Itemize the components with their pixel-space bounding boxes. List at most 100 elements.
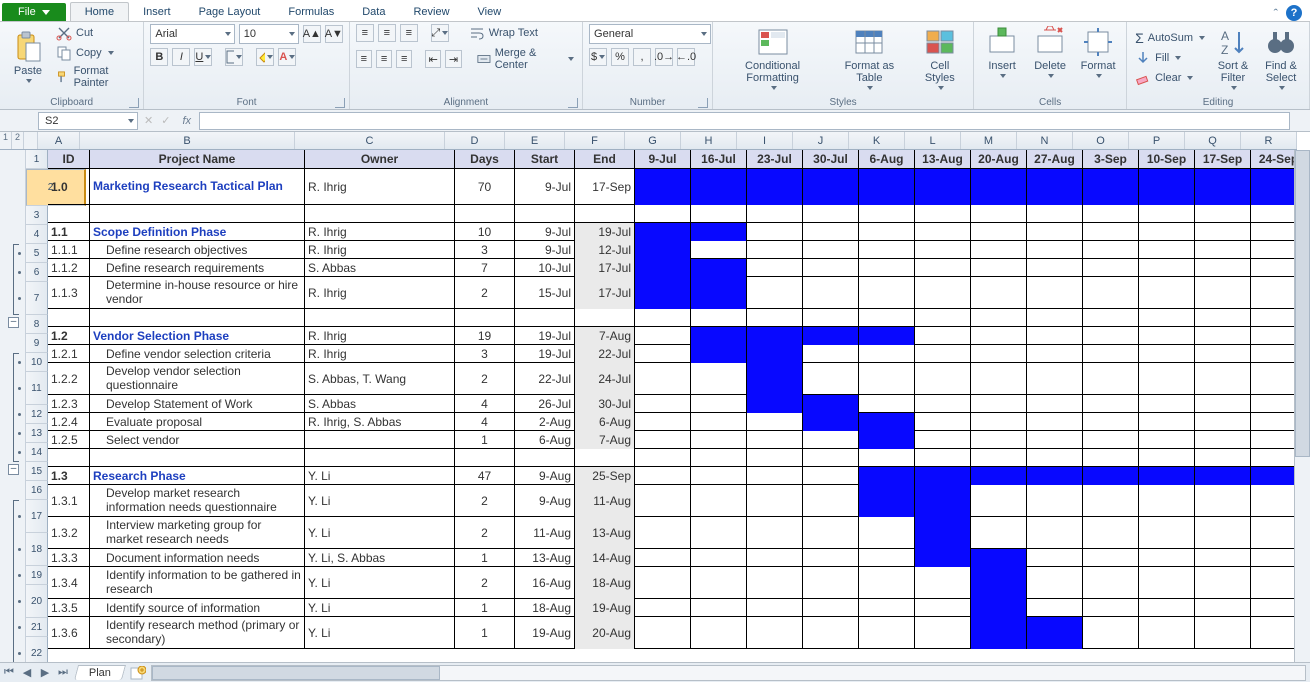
cell[interactable]	[1083, 467, 1139, 485]
cell[interactable]: 11-Aug	[575, 485, 635, 517]
cell[interactable]	[515, 205, 575, 223]
cell[interactable]	[305, 309, 455, 327]
cell[interactable]	[691, 241, 747, 259]
decrease-indent-button[interactable]: ⇤	[425, 50, 441, 68]
decrease-decimal-button[interactable]: ←.0	[677, 48, 695, 66]
cell[interactable]	[971, 617, 1027, 649]
paste-button[interactable]: Paste	[6, 29, 50, 85]
cell[interactable]	[1195, 567, 1251, 599]
cell[interactable]: 25-Sep	[575, 467, 635, 485]
cell[interactable]	[915, 259, 971, 277]
cell[interactable]	[691, 485, 747, 517]
cell[interactable]: 1.3.4	[48, 567, 90, 599]
dialog-launcher-icon[interactable]	[129, 98, 139, 108]
cell[interactable]	[803, 431, 859, 449]
cell[interactable]	[515, 449, 575, 467]
cell[interactable]	[635, 395, 691, 413]
col-header-G[interactable]: G	[625, 132, 681, 149]
cell[interactable]: 1.3	[48, 467, 90, 485]
cell[interactable]	[1027, 517, 1083, 549]
align-top-button[interactable]: ≡	[356, 24, 374, 42]
cell[interactable]: Identify source of information	[90, 599, 305, 617]
cell[interactable]: Y. Li	[305, 485, 455, 517]
cell[interactable]	[915, 413, 971, 431]
cell[interactable]: R. Ihrig	[305, 327, 455, 345]
cell[interactable]	[1195, 277, 1251, 309]
col-header-B[interactable]: B	[80, 132, 295, 149]
format-painter-button[interactable]: Format Painter	[54, 64, 137, 90]
cell[interactable]	[691, 363, 747, 395]
cell[interactable]: 1.2	[48, 327, 90, 345]
cell[interactable]: 18-Aug	[575, 567, 635, 599]
row-header[interactable]: 15	[26, 462, 48, 481]
cell[interactable]: 9-Jul	[515, 241, 575, 259]
cell[interactable]: Identify information to be gathered in r…	[90, 567, 305, 599]
currency-button[interactable]: $	[589, 48, 607, 66]
cell[interactable]	[635, 567, 691, 599]
cell[interactable]	[1139, 223, 1195, 241]
accept-formula-icon[interactable]: ✓	[157, 114, 174, 127]
cell[interactable]	[1027, 549, 1083, 567]
increase-font-button[interactable]: A▲	[303, 25, 321, 43]
cell[interactable]	[1083, 205, 1139, 223]
cell[interactable]	[1027, 467, 1083, 485]
cell[interactable]: 15-Jul	[515, 277, 575, 309]
percent-button[interactable]: %	[611, 48, 629, 66]
cell[interactable]	[971, 327, 1027, 345]
cell[interactable]: 2-Aug	[515, 413, 575, 431]
cell[interactable]	[747, 363, 803, 395]
cell[interactable]	[691, 567, 747, 599]
cell[interactable]	[859, 363, 915, 395]
cell[interactable]	[635, 205, 691, 223]
cell[interactable]	[859, 223, 915, 241]
cell[interactable]	[1139, 467, 1195, 485]
cell[interactable]	[1195, 549, 1251, 567]
cell[interactable]: R. Ihrig	[305, 241, 455, 259]
cell[interactable]	[1083, 485, 1139, 517]
tab-page-layout[interactable]: Page Layout	[185, 3, 275, 21]
sheet-tab-plan[interactable]: Plan	[74, 665, 126, 680]
cell[interactable]	[1139, 169, 1195, 205]
cell[interactable]	[747, 549, 803, 567]
cell[interactable]: Define research objectives	[90, 241, 305, 259]
cell[interactable]	[1027, 309, 1083, 327]
cell[interactable]: 2	[455, 277, 515, 309]
cell[interactable]	[915, 309, 971, 327]
cell[interactable]	[1195, 617, 1251, 649]
cell[interactable]	[915, 327, 971, 345]
cell[interactable]	[747, 395, 803, 413]
cell[interactable]: 1.3.3	[48, 549, 90, 567]
row-header[interactable]: 5	[26, 244, 48, 263]
cell[interactable]	[859, 169, 915, 205]
row-header[interactable]: 22	[26, 637, 48, 662]
cell[interactable]	[859, 413, 915, 431]
cell[interactable]	[859, 567, 915, 599]
cell[interactable]	[1027, 277, 1083, 309]
cell[interactable]: 9-Aug	[515, 467, 575, 485]
cell[interactable]: 22-Jul	[515, 363, 575, 395]
cell[interactable]	[1027, 395, 1083, 413]
cell[interactable]: Scope Definition Phase	[90, 223, 305, 241]
cell[interactable]	[635, 241, 691, 259]
minimize-ribbon-icon[interactable]: ˆ	[1266, 6, 1286, 21]
cell[interactable]: 1.2.1	[48, 345, 90, 363]
cell[interactable]	[803, 467, 859, 485]
orientation-button[interactable]: ⤢	[431, 24, 449, 42]
cell[interactable]	[859, 241, 915, 259]
cell[interactable]	[1083, 345, 1139, 363]
clear-button[interactable]: Clear	[1133, 69, 1207, 87]
format-cells-button[interactable]: Format	[1076, 24, 1120, 80]
cell[interactable]	[635, 517, 691, 549]
row-header[interactable]: 1	[26, 150, 48, 169]
col-header-Q[interactable]: Q	[1185, 132, 1241, 149]
header-cell[interactable]: Start	[515, 150, 575, 168]
cell[interactable]	[1195, 169, 1251, 205]
cell[interactable]	[1195, 259, 1251, 277]
dialog-launcher-icon[interactable]	[335, 98, 345, 108]
align-right-button[interactable]: ≡	[396, 50, 412, 68]
col-header-M[interactable]: M	[961, 132, 1017, 149]
sort-filter-button[interactable]: AZSort & Filter	[1211, 24, 1255, 92]
cell[interactable]	[1083, 431, 1139, 449]
autosum-button[interactable]: ΣAutoSum	[1133, 29, 1207, 47]
cell[interactable]: 26-Jul	[515, 395, 575, 413]
